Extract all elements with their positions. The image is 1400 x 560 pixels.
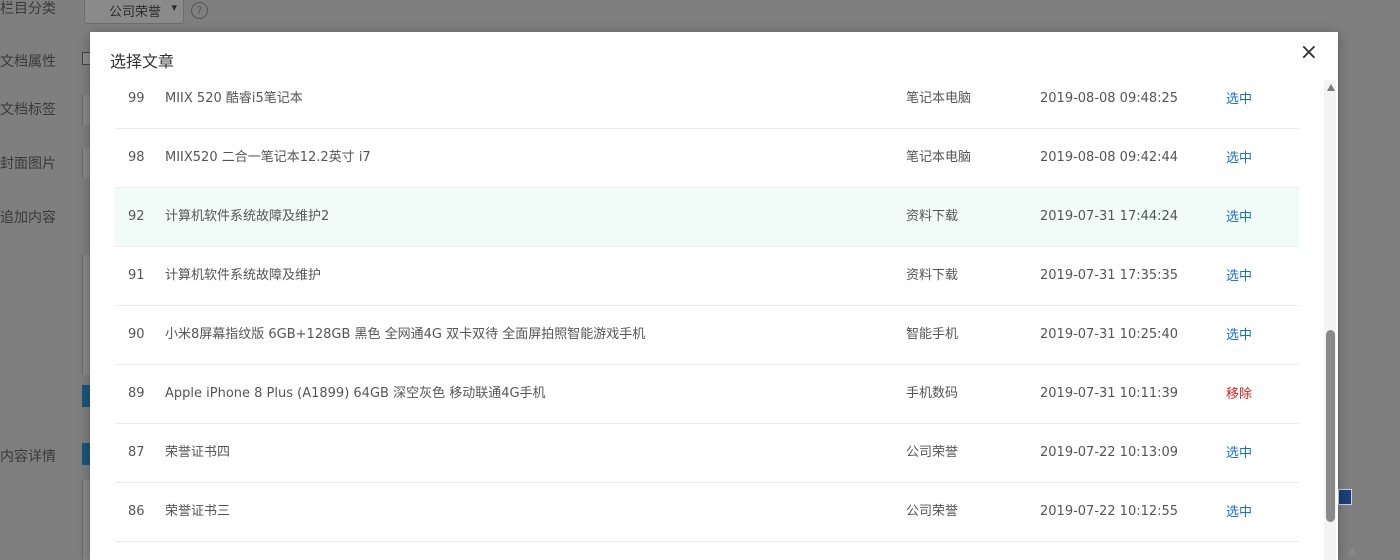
table-row: 98 MIIX520 二合一笔记本12.2英寸 i7 笔记本电脑 2019-08…	[115, 129, 1299, 188]
article-category: 资料下载	[906, 268, 959, 283]
article-title: Apple iPhone 8 Plus (A1899) 64GB 深空灰色 移动…	[165, 386, 546, 401]
select-button[interactable]: 选中	[1226, 129, 1252, 188]
select-button[interactable]: 选中	[1226, 483, 1252, 542]
table-row: 86 荣誉证书三 公司荣誉 2019-07-22 10:12:55 选中	[115, 483, 1299, 542]
article-date: 2019-07-22 10:13:09	[1040, 445, 1179, 460]
label-append-content: 追加内容	[0, 210, 56, 226]
table-row: 89 Apple iPhone 8 Plus (A1899) 64GB 深空灰色…	[115, 365, 1299, 424]
article-date: 2019-07-31 10:11:39	[1040, 386, 1179, 401]
table-row: 91 计算机软件系统故障及维护 资料下载 2019-07-31 17:35:35…	[115, 247, 1299, 306]
chevron-down-icon: ▾	[171, 1, 177, 14]
label-category: 栏目分类	[0, 1, 56, 17]
select-button[interactable]: 选中	[1226, 424, 1252, 483]
article-id: 91	[128, 268, 145, 283]
label-cover-image: 封面图片	[0, 156, 56, 172]
article-title: 小米8屏幕指纹版 6GB+128GB 黑色 全网通4G 双卡双待 全面屏拍照智能…	[165, 327, 646, 342]
question-circle-icon[interactable]: ?	[191, 2, 208, 19]
article-id: 99	[128, 91, 145, 106]
remove-button[interactable]: 移除	[1226, 365, 1252, 424]
editor-icon	[1338, 489, 1352, 505]
scrollbar-thumb[interactable]	[1326, 330, 1335, 522]
article-title: MIIX520 二合一笔记本12.2英寸 i7	[165, 150, 371, 165]
table-row: 99 MIIX 520 酷睿i5笔记本 笔记本电脑 2019-08-08 09:…	[115, 72, 1299, 129]
article-id: 86	[128, 504, 145, 519]
article-category: 资料下载	[906, 209, 959, 224]
article-title: 计算机软件系统故障及维护	[165, 268, 322, 283]
article-date: 2019-08-08 09:48:25	[1040, 91, 1179, 106]
page-scroll-down-icon[interactable]	[1348, 548, 1356, 555]
select-button[interactable]: 选中	[1226, 72, 1252, 129]
article-id: 90	[128, 327, 145, 342]
article-title: MIIX 520 酷睿i5笔记本	[165, 91, 303, 106]
article-date: 2019-08-08 09:42:44	[1040, 150, 1179, 165]
label-doc-attrs: 文档属性	[0, 54, 56, 70]
scroll-up-icon[interactable]	[1327, 84, 1335, 91]
table-row: 92 计算机软件系统故障及维护2 资料下载 2019-07-31 17:44:2…	[115, 188, 1299, 247]
article-date: 2019-07-22 10:12:55	[1040, 504, 1179, 519]
article-category: 智能手机	[906, 327, 959, 342]
article-list: 99 MIIX 520 酷睿i5笔记本 笔记本电脑 2019-08-08 09:…	[115, 72, 1299, 560]
label-doc-tags: 文档标签	[0, 102, 56, 118]
article-category: 公司荣誉	[906, 445, 959, 460]
article-title: 计算机软件系统故障及维护2	[165, 209, 330, 224]
table-row: 90 小米8屏幕指纹版 6GB+128GB 黑色 全网通4G 双卡双待 全面屏拍…	[115, 306, 1299, 365]
article-category: 公司荣誉	[906, 504, 959, 519]
close-icon[interactable]: ×	[1300, 42, 1318, 64]
article-date: 2019-07-31 17:35:35	[1040, 268, 1179, 283]
category-select[interactable]: 公司荣誉 ▾	[84, 0, 184, 24]
label-content-detail: 内容详情	[0, 449, 56, 465]
article-category: 手机数码	[906, 386, 959, 401]
article-id: 89	[128, 386, 145, 401]
article-date: 2019-07-31 10:25:40	[1040, 327, 1179, 342]
select-button[interactable]: 选中	[1226, 247, 1252, 306]
article-title: 荣誉证书三	[165, 504, 231, 519]
article-category: 笔记本电脑	[906, 91, 972, 106]
article-id: 87	[128, 445, 145, 460]
table-row: 87 荣誉证书四 公司荣誉 2019-07-22 10:13:09 选中	[115, 424, 1299, 483]
article-date: 2019-07-31 17:44:24	[1040, 209, 1179, 224]
modal-title: 选择文章	[110, 52, 175, 71]
category-select-value: 公司荣誉	[109, 5, 162, 20]
select-button[interactable]: 选中	[1226, 306, 1252, 365]
article-title: 荣誉证书四	[165, 445, 231, 460]
article-id: 92	[128, 209, 145, 224]
select-button[interactable]: 选中	[1226, 188, 1252, 247]
article-id: 98	[128, 150, 145, 165]
select-article-modal: 选择文章 × 99 MIIX 520 酷睿i5笔记本 笔记本电脑 2019-08…	[90, 32, 1338, 560]
article-category: 笔记本电脑	[906, 150, 972, 165]
